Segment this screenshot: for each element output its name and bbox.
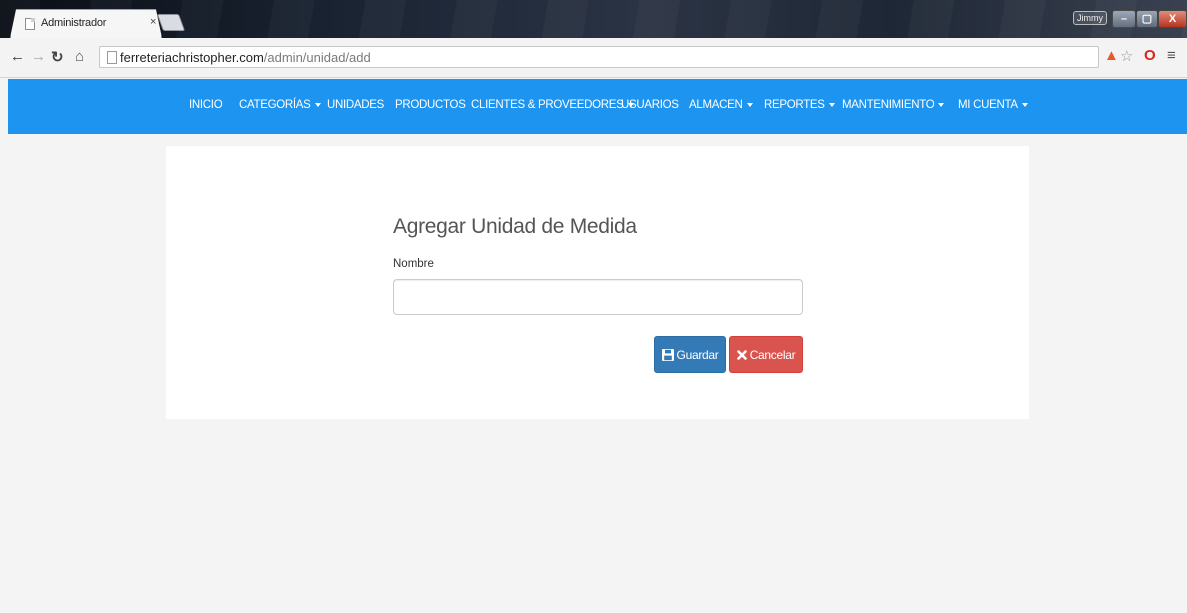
nav-item-unidades[interactable]: UNIDADES (327, 99, 384, 111)
nav-item-mi-cuenta[interactable]: MI CUENTA (958, 99, 1028, 111)
nav-item-label: INICIO (189, 99, 223, 111)
save-button[interactable]: Guardar (654, 336, 726, 373)
url-path: /admin/unidad/add (263, 50, 371, 65)
browser-tab[interactable]: Administrador × (10, 9, 162, 38)
floppy-disk-icon (661, 348, 674, 361)
menu-icon[interactable]: ≡ (1167, 47, 1176, 64)
new-tab-button[interactable] (156, 14, 186, 31)
nav-item-label: REPORTES (764, 99, 825, 111)
nav-item-label: CLIENTES & PROVEEDORES (471, 99, 624, 111)
cancel-button[interactable]: Cancelar (729, 336, 803, 373)
page-icon (107, 51, 117, 64)
form-card: Agregar Unidad de Medida Nombre Guardar … (166, 146, 1029, 419)
tab-title: Administrador (41, 17, 107, 29)
main-navbar: INICIO CATEGORÍAS UNIDADES PRODUCTOS CLI… (8, 79, 1187, 134)
forward-arrow-icon[interactable]: → (31, 48, 46, 65)
caret-down-icon (1021, 102, 1028, 107)
browser-title-bar: Administrador × Jimmy – ▢ X (0, 0, 1187, 38)
reload-icon[interactable]: ↻ (51, 48, 64, 66)
nav-list: INICIO CATEGORÍAS UNIDADES PRODUCTOS CLI… (8, 79, 1187, 134)
fire-extension-icon[interactable]: ▲ (1104, 47, 1119, 64)
nav-item-label: ALMACEN (689, 99, 743, 111)
caret-down-icon (938, 102, 945, 107)
name-input[interactable] (393, 279, 803, 315)
nav-item-label: MI CUENTA (958, 99, 1018, 111)
nav-item-inicio[interactable]: INICIO (189, 99, 223, 111)
caret-down-icon (746, 102, 753, 107)
nav-item-reportes[interactable]: REPORTES (764, 99, 835, 111)
tab-close-icon[interactable]: × (150, 16, 156, 28)
form-title: Agregar Unidad de Medida (393, 215, 637, 238)
nav-item-label: MANTENIMIENTO (842, 99, 935, 111)
browser-toolbar: ← → ↻ ⌂ ferreteriachristopher.com/admin/… (0, 38, 1187, 78)
save-button-label: Guardar (676, 347, 719, 362)
maximize-button[interactable]: ▢ (1136, 10, 1158, 28)
minimize-button[interactable]: – (1112, 10, 1136, 28)
opera-extension-icon[interactable]: O (1144, 47, 1156, 64)
nav-item-mantenimiento[interactable]: MANTENIMIENTO (842, 99, 945, 111)
nav-item-almacen[interactable]: ALMACEN (689, 99, 753, 111)
nav-item-usuarios[interactable]: USUARIOS (621, 99, 679, 111)
name-label: Nombre (393, 258, 434, 270)
caret-down-icon (314, 102, 321, 107)
close-window-button[interactable]: X (1158, 10, 1187, 28)
nav-item-clientes-proveedores[interactable]: CLIENTES & PROVEEDORES (471, 99, 634, 111)
back-arrow-icon[interactable]: ← (10, 48, 25, 65)
home-icon[interactable]: ⌂ (75, 48, 84, 65)
close-icon (736, 349, 747, 360)
address-bar[interactable]: ferreteriachristopher.com/admin/unidad/a… (99, 46, 1099, 68)
bookmark-star-icon[interactable]: ☆ (1120, 47, 1133, 65)
profile-button[interactable]: Jimmy (1073, 11, 1107, 25)
nav-item-label: CATEGORÍAS (239, 99, 311, 111)
nav-item-label: USUARIOS (621, 99, 679, 111)
page-icon (25, 18, 35, 30)
nav-item-label: PRODUCTOS (395, 99, 466, 111)
nav-item-productos[interactable]: PRODUCTOS (395, 99, 466, 111)
url-text: ferreteriachristopher.com/admin/unidad/a… (120, 50, 371, 65)
nav-item-categorias[interactable]: CATEGORÍAS (239, 99, 321, 111)
caret-down-icon (828, 102, 835, 107)
nav-item-label: UNIDADES (327, 99, 385, 111)
url-host: ferreteriachristopher.com (120, 50, 264, 65)
cancel-button-label: Cancelar (749, 347, 796, 362)
